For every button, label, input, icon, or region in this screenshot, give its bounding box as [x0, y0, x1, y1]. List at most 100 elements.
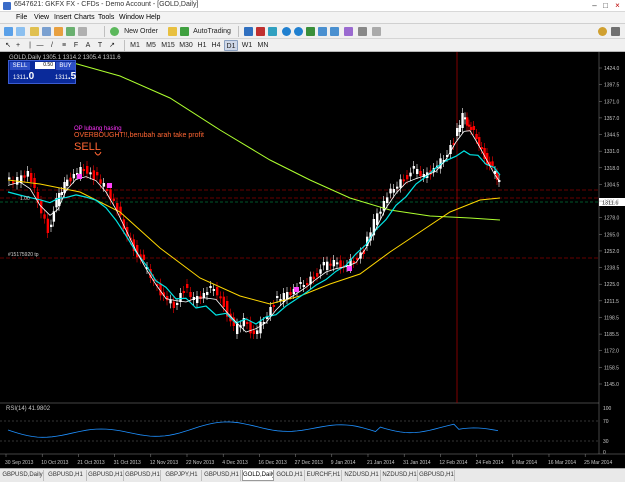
chart-tab[interactable]: GBPUSD,H1 — [203, 470, 241, 481]
candle-body — [12, 181, 15, 184]
menu-help[interactable]: Help — [146, 14, 160, 21]
tester-icon[interactable] — [78, 27, 87, 36]
chart-tab[interactable]: EURCHF,H1 — [306, 470, 342, 481]
timeframe-h1[interactable]: H1 — [196, 40, 208, 51]
candle-body — [186, 284, 189, 288]
trendline-icon[interactable]: / — [48, 40, 56, 51]
sell-price[interactable]: 1311.0 — [13, 71, 34, 82]
periods-icon[interactable] — [358, 27, 367, 36]
chart-tab[interactable]: GOLD,Daily — [242, 470, 274, 481]
new-order-button[interactable]: New Order — [120, 26, 162, 37]
tile-windows-icon[interactable] — [306, 27, 315, 36]
toolbar-separator — [124, 40, 125, 51]
timeframe-m15[interactable]: M15 — [160, 40, 176, 51]
candle-body — [312, 276, 316, 279]
candle-body — [406, 175, 409, 180]
menu-tools[interactable]: Tools — [98, 14, 114, 21]
menu-view[interactable]: View — [34, 14, 49, 21]
sell-button[interactable]: SELL — [10, 62, 30, 70]
chart-shift-icon[interactable] — [330, 27, 339, 36]
candle-body — [386, 197, 389, 203]
chart-tab[interactable]: NZDUSD,H1 — [382, 470, 418, 481]
cursor-icon[interactable]: ↖ — [4, 40, 12, 51]
chart-tab[interactable]: GBPUSD,H1 — [125, 470, 161, 481]
label-tool-icon[interactable]: T — [96, 40, 104, 51]
fibonacci-icon[interactable]: F — [72, 40, 80, 51]
timeframe-m5[interactable]: M5 — [144, 40, 158, 51]
templates-icon[interactable] — [372, 27, 381, 36]
timeframe-m1[interactable]: M1 — [128, 40, 142, 51]
auto-scroll-icon[interactable] — [318, 27, 327, 36]
buy-button[interactable]: BUY — [56, 62, 75, 70]
menu-file[interactable]: File — [16, 14, 27, 21]
menu-insert[interactable]: Insert — [54, 14, 72, 21]
candle-body — [461, 113, 464, 128]
timeframe-h4[interactable]: H4 — [210, 40, 222, 51]
date-axis-label: 31 Jan 2014 — [403, 460, 431, 466]
candle-body — [249, 321, 252, 334]
candle-body — [409, 172, 412, 177]
autotrading-button[interactable]: AutoTrading — [190, 26, 234, 37]
channel-icon[interactable]: ≡ — [60, 40, 68, 51]
timeframe-m30[interactable]: M30 — [178, 40, 194, 51]
profiles-icon[interactable] — [16, 27, 25, 36]
price-axis-label: 1265.0 — [604, 232, 620, 238]
candle-body — [92, 170, 96, 180]
signal-marker — [294, 287, 299, 292]
new-chart-icon[interactable] — [4, 27, 13, 36]
chart-window[interactable]: GOLD,Daily 1305.1 1314.2 1305.4 1311.6 O… — [0, 52, 625, 468]
price-axis-label: 1357.0 — [604, 116, 620, 122]
candle-body — [456, 128, 459, 136]
price-axis-label: 1211.5 — [604, 299, 619, 305]
menu-charts[interactable]: Charts — [74, 14, 95, 21]
crosshair-icon[interactable]: + — [14, 40, 22, 51]
community-icon[interactable] — [611, 27, 620, 36]
chart-tab[interactable]: NZDUSD,H1 — [343, 470, 381, 481]
horizontal-line-icon[interactable]: — — [36, 40, 44, 51]
price-chart[interactable]: GOLD,Daily 1305.1 1314.2 1305.4 1311.6 O… — [0, 52, 625, 468]
date-axis-label: 24 Feb 2014 — [476, 460, 504, 466]
zoom-in-icon[interactable] — [282, 27, 291, 36]
chart-tab[interactable]: GBPJPY,H1 — [162, 470, 202, 481]
candle-body — [169, 299, 172, 304]
line-chart-icon[interactable] — [268, 27, 277, 36]
bar-chart-icon[interactable] — [244, 27, 253, 36]
candlestick-icon[interactable] — [256, 27, 265, 36]
indicators-icon[interactable] — [344, 27, 353, 36]
text-tool-icon[interactable]: A — [84, 40, 92, 51]
terminal-icon[interactable] — [66, 27, 75, 36]
data-window-icon[interactable] — [42, 27, 51, 36]
maximize-button[interactable]: □ — [601, 1, 610, 10]
candle-body — [402, 179, 406, 182]
navigator-icon[interactable] — [54, 27, 63, 36]
chart-tab[interactable]: GBPUSD,Daily — [2, 470, 44, 481]
buy-price[interactable]: 1311.5 — [55, 71, 76, 82]
chart-tab[interactable]: GBPUSD,H1 — [419, 470, 455, 481]
chart-tab[interactable]: GBPUSD,H1 — [45, 470, 87, 481]
date-axis-label: 16 Mar 2014 — [548, 460, 576, 466]
candle-body — [316, 273, 319, 277]
chart-tab[interactable]: GBPUSD,H1 — [88, 470, 124, 481]
minimize-button[interactable]: – — [590, 1, 599, 10]
volume-input[interactable]: 0.50 — [35, 62, 55, 69]
arrow-tool-icon[interactable]: ↗ — [108, 40, 116, 51]
menu-window[interactable]: Window — [119, 14, 144, 21]
signal-marker — [107, 183, 112, 188]
timeframe-d1[interactable]: D1 — [224, 40, 238, 51]
candle-body — [209, 286, 212, 288]
timeframe-mn[interactable]: MN — [256, 40, 270, 51]
candle-body — [206, 292, 209, 295]
search-icon[interactable] — [598, 27, 607, 36]
zoom-out-icon[interactable] — [294, 27, 303, 36]
vertical-line-icon[interactable]: | — [26, 40, 34, 51]
timeframe-w1[interactable]: W1 — [240, 40, 254, 51]
price-axis-label: 1145.0 — [604, 382, 619, 388]
price-axis-label: 1278.0 — [604, 216, 620, 222]
candle-body — [236, 323, 239, 334]
metaeditor-icon[interactable] — [168, 27, 177, 36]
market-watch-icon[interactable] — [30, 27, 39, 36]
candle-body — [379, 211, 382, 214]
chart-tab[interactable]: GOLD,H1 — [275, 470, 305, 481]
close-button[interactable]: × — [613, 1, 622, 10]
candle-body — [396, 186, 399, 189]
